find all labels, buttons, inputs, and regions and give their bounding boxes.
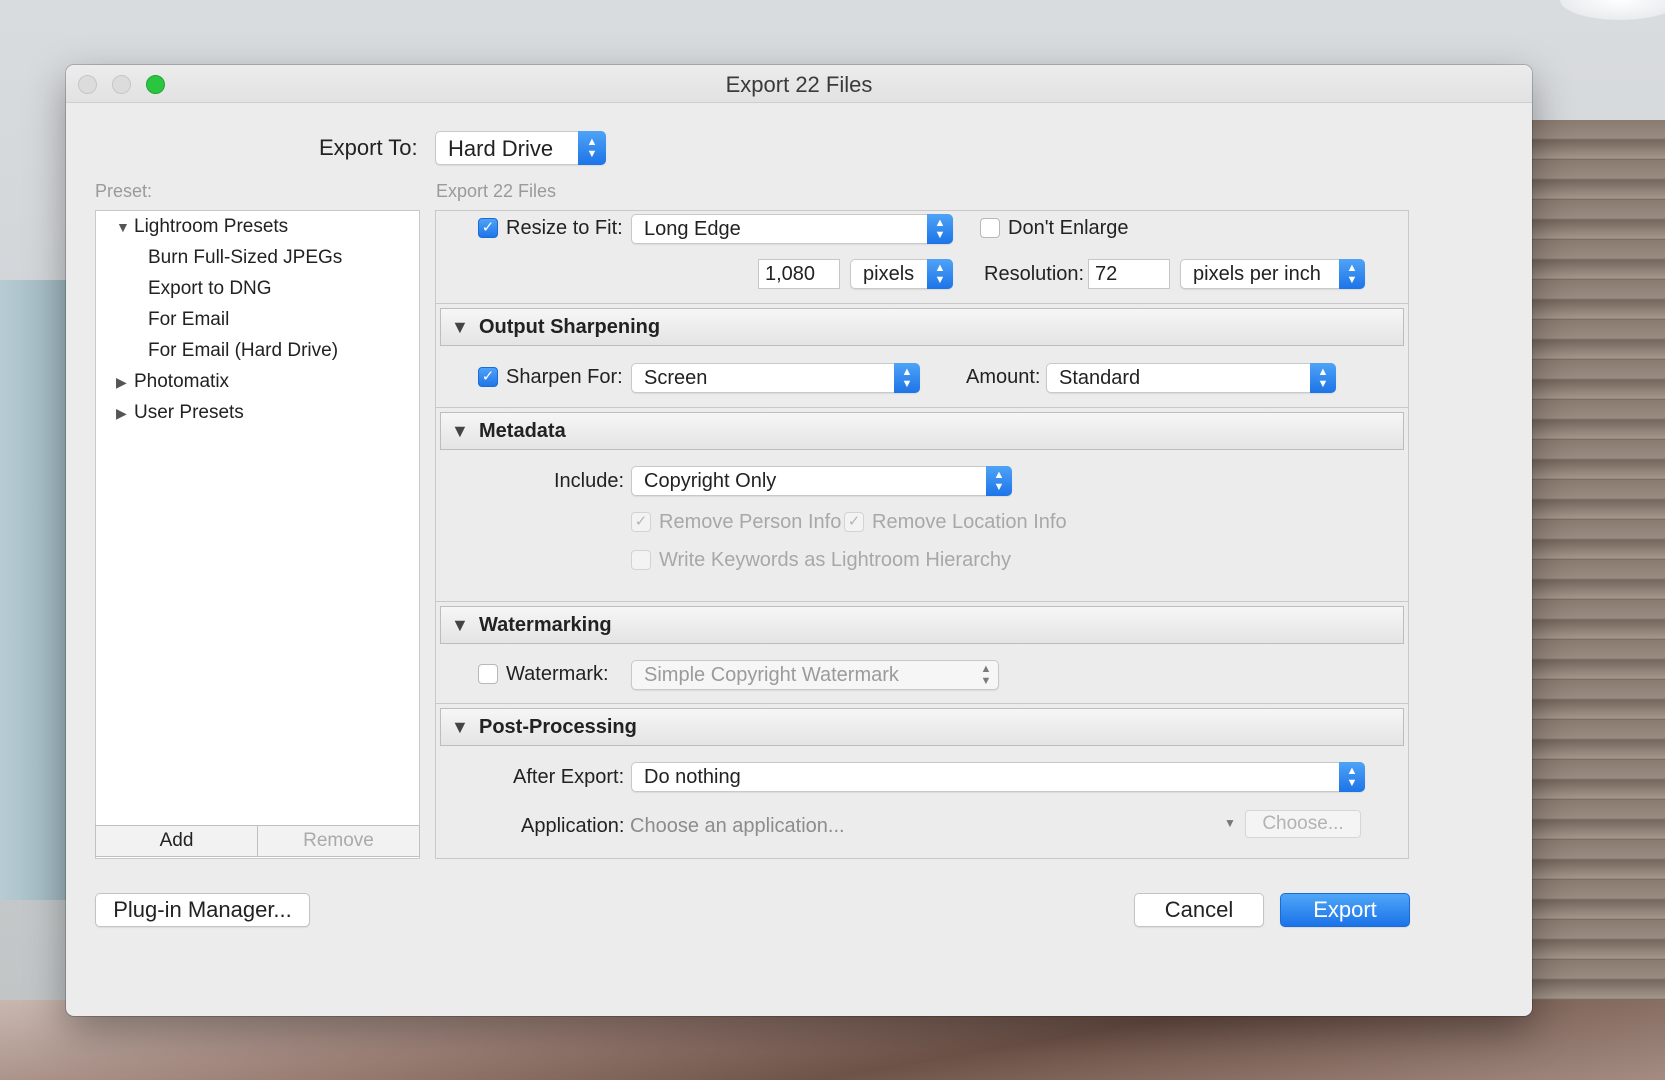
after-export-popup[interactable]: Do nothing ▲ ▼ [631,762,1365,792]
application-dropdown-icon[interactable]: ▼ [1224,816,1236,830]
stepper-icon: ▲ ▼ [927,259,953,289]
export-dialog: Export 22 Files Export To: Hard Drive ▲ ▼… [66,65,1532,1016]
after-export-label: After Export: [513,766,625,788]
preset-caption: Preset: [95,181,153,201]
section-title: Post-Processing [479,716,637,738]
cancel-button[interactable]: Cancel [1134,893,1264,927]
include-value: Copyright Only [644,470,777,492]
resize-to-fit-checkbox[interactable]: ✓ [478,218,498,238]
amount-popup[interactable]: Standard ▲ ▼ [1046,363,1336,393]
remove-location-label: Remove Location Info [872,511,1067,533]
section-expanded-icon: ▼ [451,421,469,441]
disclosure-collapsed-icon[interactable]: ▶ [116,405,134,422]
size-value-field[interactable]: 1,080 [758,259,840,289]
preset-folder-label: Lightroom Presets [134,216,289,237]
include-label: Include: [554,470,625,492]
watermark-checkbox[interactable] [478,664,498,684]
preset-folder-label: User Presets [134,402,244,423]
resize-mode-value: Long Edge [644,218,741,240]
settings-caption: Export 22 Files [436,181,557,201]
stepper-icon: ▲ ▼ [1310,363,1336,393]
stepper-icon: ▲ ▼ [894,363,920,393]
section-expanded-icon: ▼ [451,317,469,337]
stepper-icon: ▲ ▼ [986,466,1012,496]
title-bar[interactable]: Export 22 Files [66,65,1532,103]
after-export-value: Do nothing [644,766,741,788]
window-title: Export 22 Files [725,72,873,97]
preset-folder-label: Photomatix [134,371,230,392]
preset-folder-photomatix[interactable]: ▶ Photomatix [116,371,229,393]
write-keywords-label: Write Keywords as Lightroom Hierarchy [659,549,1011,571]
section-title: Metadata [479,420,566,442]
stepper-icon: ▲ ▼ [1339,259,1365,289]
section-expanded-icon: ▼ [451,615,469,635]
stepper-icon: ▲ ▼ [1339,762,1365,792]
export-button[interactable]: Export [1280,893,1410,927]
section-divider [436,303,1408,304]
amount-value: Standard [1059,367,1141,389]
export-to-stepper-icon: ▲ ▼ [578,131,606,165]
remove-person-checkbox[interactable]: ✓ [631,512,651,532]
resolution-field[interactable]: 72 [1088,259,1170,289]
plugin-manager-button[interactable]: Plug-in Manager... [95,893,310,927]
application-combo[interactable]: Choose an application... [630,815,845,838]
size-unit-popup[interactable]: pixels ▲ ▼ [850,259,953,289]
include-popup[interactable]: Copyright Only ▲ ▼ [631,466,1012,496]
remove-person-label: Remove Person Info [659,511,842,533]
disclosure-expanded-icon[interactable]: ▼ [116,219,134,235]
background-wall-left [0,280,66,900]
preset-list: ▼ Lightroom Presets Burn Full-Sized JPEGs… [95,210,420,859]
stepper-icon: ▲ ▼ [927,214,953,244]
disclosure-collapsed-icon[interactable]: ▶ [116,374,134,391]
section-divider [436,703,1408,704]
watermark-style-popup[interactable]: Simple Copyright Watermark ▲ ▼ [631,660,999,690]
remove-preset-button[interactable]: Remove [257,826,419,856]
resolution-unit-value: pixels per inch [1193,263,1321,285]
section-divider [436,407,1408,408]
size-unit-value: pixels [863,263,915,285]
remove-location-checkbox[interactable]: ✓ [844,512,864,532]
sharpen-for-value: Screen [644,367,708,389]
watermark-label: Watermark: [506,663,609,685]
sharpen-for-popup[interactable]: Screen ▲ ▼ [631,363,920,393]
sharpen-for-label: Sharpen For: [506,366,623,388]
preset-buttons: Add Remove [95,825,420,857]
post-processing-header[interactable]: ▼ Post-Processing [440,708,1404,746]
preset-item-burn-jpegs[interactable]: Burn Full-Sized JPEGs [148,247,342,269]
resolution-label: Resolution: [984,263,1085,285]
write-keywords-checkbox[interactable] [631,550,651,570]
background-wood-wall [1530,120,1665,1080]
background-lamp [1560,0,1665,20]
dont-enlarge-checkbox[interactable] [980,218,1000,238]
stepper-icon: ▲ ▼ [980,663,992,687]
metadata-header[interactable]: ▼ Metadata [440,412,1404,450]
export-settings-panel: ✓ Resize to Fit: Long Edge ▲ ▼ Don't Enla… [435,210,1409,859]
add-preset-button[interactable]: Add [96,826,257,856]
preset-item-export-dng[interactable]: Export to DNG [148,278,272,300]
application-label: Application: [521,815,625,837]
output-sharpening-header[interactable]: ▼ Output Sharpening [440,308,1404,346]
resize-to-fit-label: Resize to Fit: [506,217,623,239]
watermark-style-value: Simple Copyright Watermark [644,664,899,686]
section-expanded-icon: ▼ [451,717,469,737]
section-title: Watermarking [479,614,612,636]
preset-folder-lightroom[interactable]: ▼ Lightroom Presets [116,216,288,238]
amount-label: Amount: [966,366,1041,388]
export-to-popup[interactable]: Hard Drive ▲ ▼ [435,131,606,165]
preset-folder-user[interactable]: ▶ User Presets [116,402,244,424]
section-title: Output Sharpening [479,316,661,338]
preset-item-for-email-hd[interactable]: For Email (Hard Drive) [148,340,338,362]
dont-enlarge-label: Don't Enlarge [1008,217,1129,239]
export-to-label: Export To: [319,135,418,160]
watermarking-header[interactable]: ▼ Watermarking [440,606,1404,644]
export-to-value: Hard Drive [448,136,554,161]
resize-mode-popup[interactable]: Long Edge ▲ ▼ [631,214,953,244]
preset-item-for-email[interactable]: For Email [148,309,229,331]
sharpen-checkbox[interactable]: ✓ [478,367,498,387]
choose-application-button[interactable]: Choose... [1245,810,1361,838]
section-divider [436,601,1408,602]
resolution-unit-popup[interactable]: pixels per inch ▲ ▼ [1180,259,1365,289]
